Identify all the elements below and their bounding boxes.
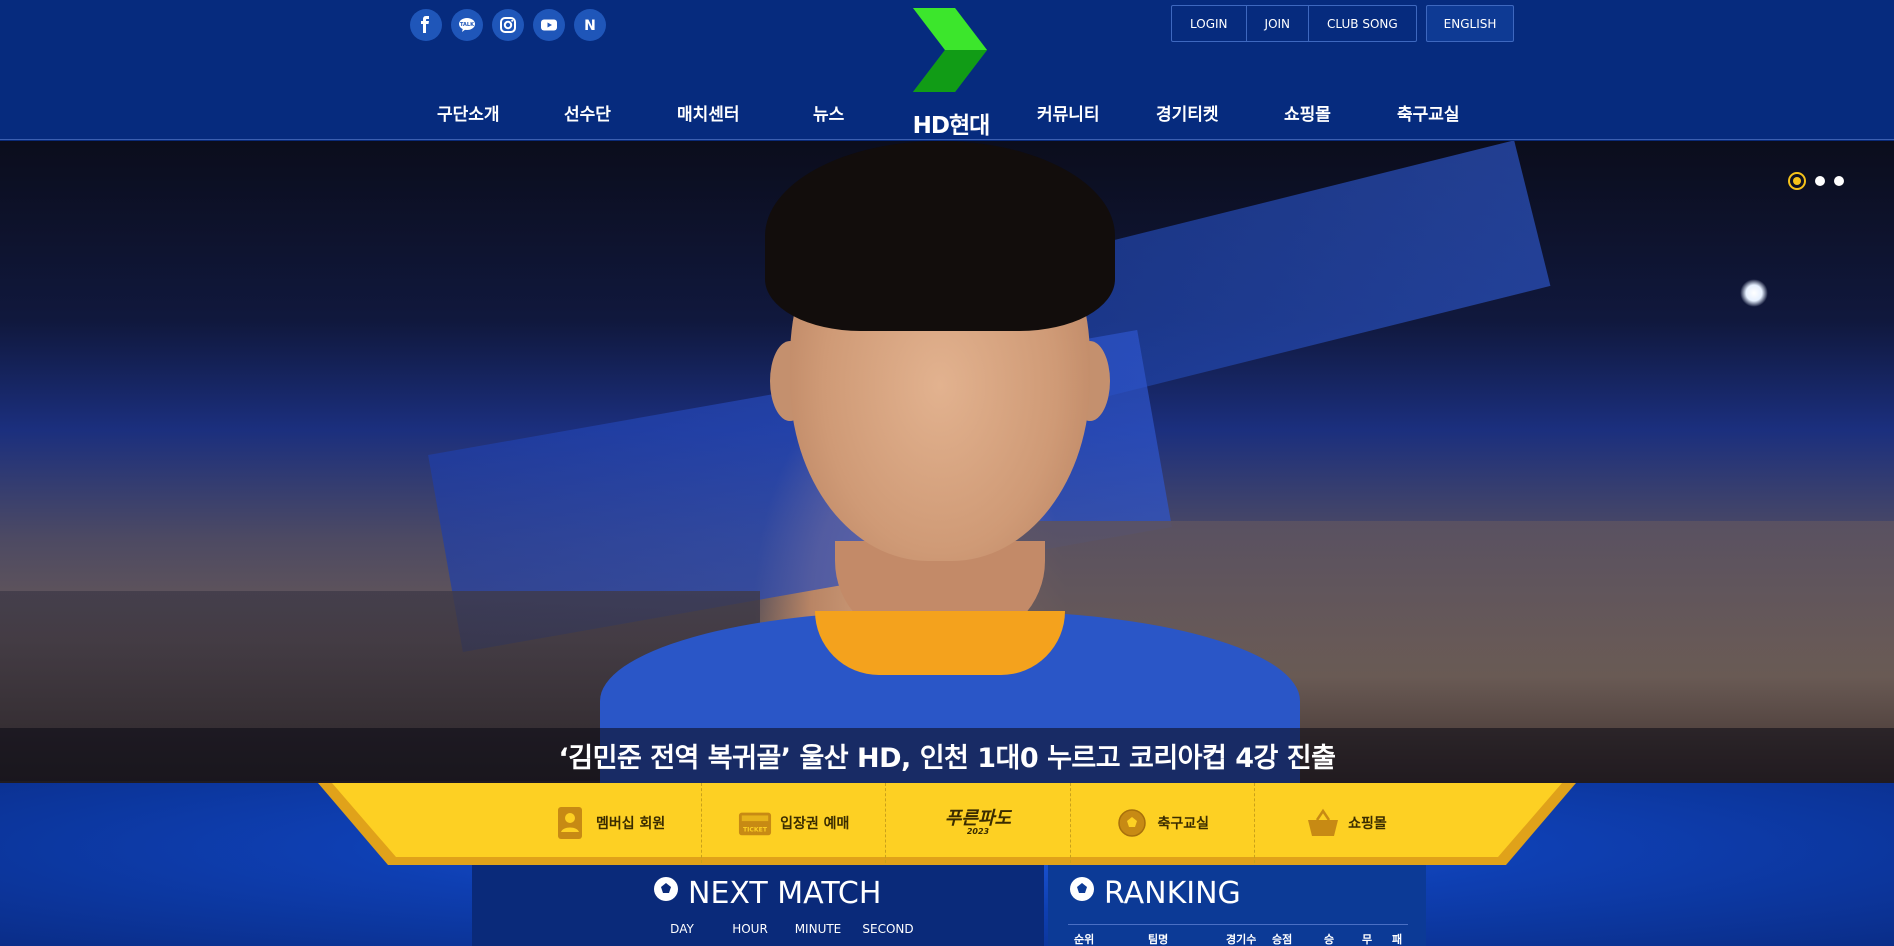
logo-chevron-icon [913, 8, 987, 92]
countdown-minute-label: MINUTE [794, 922, 842, 936]
quick-menu: 멤버십 회원 TICKET 입장권 예매 푸른파도 2023 축구교실 쇼핑몰 [318, 783, 1576, 865]
membership-card-icon [554, 806, 588, 840]
purple-wave-year: 2023 [966, 827, 990, 836]
ranking-col-rank: 순위 [1074, 933, 1095, 946]
slide-dot-1[interactable] [1788, 172, 1806, 190]
quick-ticket-label: 입장권 예매 [780, 816, 850, 832]
ranking-table-header: 순위 팀명 경기수 승점 승 무 패 [1068, 924, 1408, 946]
youtube-icon[interactable] [533, 9, 565, 41]
nav-tickets[interactable]: 경기티켓 [1156, 100, 1219, 125]
nav-match-center[interactable]: 매치센터 [677, 100, 740, 125]
english-link[interactable]: ENGLISH [1425, 5, 1515, 42]
soccer-ball-icon [1068, 875, 1096, 911]
quick-soccer-school-label: 축구교실 [1157, 816, 1209, 832]
hero-caption-text: ‘김민준 전역 복귀골’ 울산 HD, 인천 1대0 누르고 코리아컵 4강 진… [558, 743, 1336, 774]
countdown-second-label: SECOND [862, 922, 914, 936]
quick-soccer-school[interactable]: 축구교실 [1069, 783, 1254, 863]
facebook-icon[interactable] [410, 9, 442, 41]
ranking-col-wins: 승 [1323, 933, 1335, 946]
countdown-hour-label: HOUR [732, 922, 768, 936]
ranking-title: RANKING [1104, 875, 1241, 911]
club-song-link[interactable]: CLUB SONG [1308, 6, 1416, 41]
countdown-day-label: DAY [670, 922, 694, 936]
hero-slider[interactable]: ‘김민준 전역 복귀골’ 울산 HD, 인천 1대0 누르고 코리아컵 4강 진… [0, 141, 1894, 783]
ranking-col-points: 승점 [1272, 933, 1293, 946]
slider-pagination [1788, 172, 1844, 190]
player-collar [815, 611, 1065, 675]
nav-community[interactable]: 커뮤니티 [1037, 100, 1100, 125]
stadium-light [1740, 279, 1768, 307]
login-link[interactable]: LOGIN [1172, 6, 1246, 41]
quick-membership[interactable]: 멤버십 회원 [518, 783, 701, 863]
naver-icon[interactable]: N [574, 9, 606, 41]
ticket-icon-label: TICKET [743, 827, 768, 834]
nav-shop[interactable]: 쇼핑몰 [1284, 100, 1331, 125]
next-match-panel: NEXT MATCH DAY HOUR MINUTE SECOND [472, 865, 1044, 946]
instagram-icon[interactable] [492, 9, 524, 41]
quick-purple-wave[interactable]: 푸른파도 2023 [885, 783, 1069, 863]
nav-news[interactable]: 뉴스 [813, 100, 844, 125]
kakaotalk-icon-label: TALK [460, 22, 475, 28]
site-header: TALK N HD현대 LOGIN JOIN CLUB SONG ENGLISH… [0, 0, 1894, 140]
top-links: LOGIN JOIN CLUB SONG ENGLISH [1171, 5, 1515, 42]
shopping-basket-icon [1306, 806, 1340, 840]
quick-membership-label: 멤버십 회원 [595, 816, 666, 832]
countdown: DAY HOUR MINUTE SECOND [647, 922, 923, 936]
nav-players[interactable]: 선수단 [564, 100, 611, 125]
hero-caption[interactable]: ‘김민준 전역 복귀골’ 울산 HD, 인천 1대0 누르고 코리아컵 4강 진… [0, 728, 1894, 783]
nav-soccer-school[interactable]: 축구교실 [1397, 100, 1460, 125]
quick-shop-label: 쇼핑몰 [1348, 816, 1387, 832]
player-hair [765, 141, 1115, 331]
main-nav: 구단소개 선수단 매치센터 뉴스 커뮤니티 경기티켓 쇼핑몰 축구교실 [0, 100, 1894, 126]
quick-shop[interactable]: 쇼핑몰 [1253, 783, 1438, 863]
ticket-icon: TICKET [738, 806, 772, 840]
next-match-title: NEXT MATCH [688, 875, 882, 911]
ranking-panel: RANKING 순위 팀명 경기수 승점 승 무 패 [1048, 865, 1426, 946]
ranking-col-games: 경기수 [1226, 933, 1257, 946]
quick-ticket[interactable]: TICKET 입장권 예매 [701, 783, 885, 863]
ranking-col-losses: 패 [1391, 933, 1403, 946]
nav-club-intro[interactable]: 구단소개 [437, 100, 500, 125]
kakaotalk-icon[interactable]: TALK [451, 9, 483, 41]
ranking-col-draws: 무 [1361, 933, 1373, 946]
soccer-ball-icon [1115, 806, 1149, 840]
social-links: TALK N [410, 9, 606, 41]
naver-icon-label: N [584, 18, 596, 34]
slide-dot-2[interactable] [1815, 176, 1825, 186]
soccer-ball-icon [652, 875, 680, 911]
slide-dot-3[interactable] [1834, 176, 1844, 186]
ranking-col-team: 팀명 [1148, 933, 1169, 946]
join-link[interactable]: JOIN [1245, 6, 1309, 41]
purple-wave-logo: 푸른파도 [944, 808, 1012, 829]
